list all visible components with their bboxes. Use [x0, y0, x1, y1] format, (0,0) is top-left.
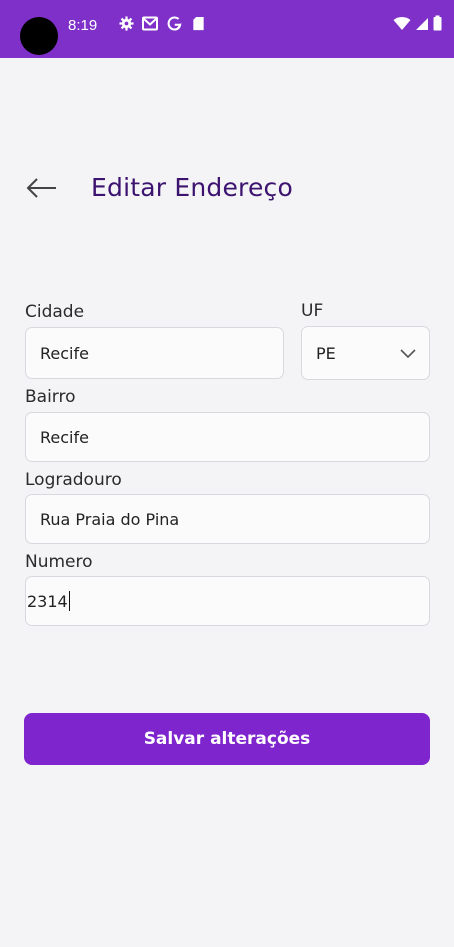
status-time: 8:19 [68, 17, 98, 34]
logradouro-label: Logradouro [25, 470, 122, 490]
wifi-icon [393, 16, 411, 35]
bairro-value: Recife [40, 427, 89, 447]
back-button[interactable] [22, 174, 60, 202]
gmail-icon [142, 15, 158, 31]
save-button[interactable]: Salvar alterações [24, 713, 430, 765]
signal-icon [415, 16, 429, 35]
app-header: Editar Endereço [0, 160, 454, 216]
camera-cutout [20, 17, 58, 55]
status-bar: 8:19 [0, 0, 454, 58]
page-title: Editar Endereço [91, 173, 293, 202]
chevron-down-icon [400, 349, 416, 359]
google-icon [166, 15, 182, 31]
uf-label: UF [301, 301, 324, 321]
notification-icons [118, 15, 206, 31]
bairro-label: Bairro [25, 387, 76, 407]
logradouro-value: Rua Praia do Pina [40, 509, 180, 529]
bairro-input[interactable]: Recife [25, 412, 430, 462]
uf-selected-value: PE [316, 343, 336, 363]
logradouro-input[interactable]: Rua Praia do Pina [25, 494, 430, 544]
settings-icon [118, 15, 134, 31]
sd-card-icon [190, 15, 206, 31]
numero-input[interactable]: 2314 [25, 576, 430, 626]
cidade-label: Cidade [25, 302, 85, 322]
text-cursor [68, 591, 71, 611]
system-icons [393, 15, 442, 35]
cidade-value: Recife [40, 343, 89, 363]
cidade-input[interactable]: Recife [25, 327, 284, 379]
uf-select[interactable]: PE [301, 326, 430, 380]
numero-label: Numero [25, 552, 93, 572]
arrow-left-icon [26, 178, 56, 198]
battery-icon [433, 15, 442, 35]
numero-value: 2314 [27, 591, 68, 611]
